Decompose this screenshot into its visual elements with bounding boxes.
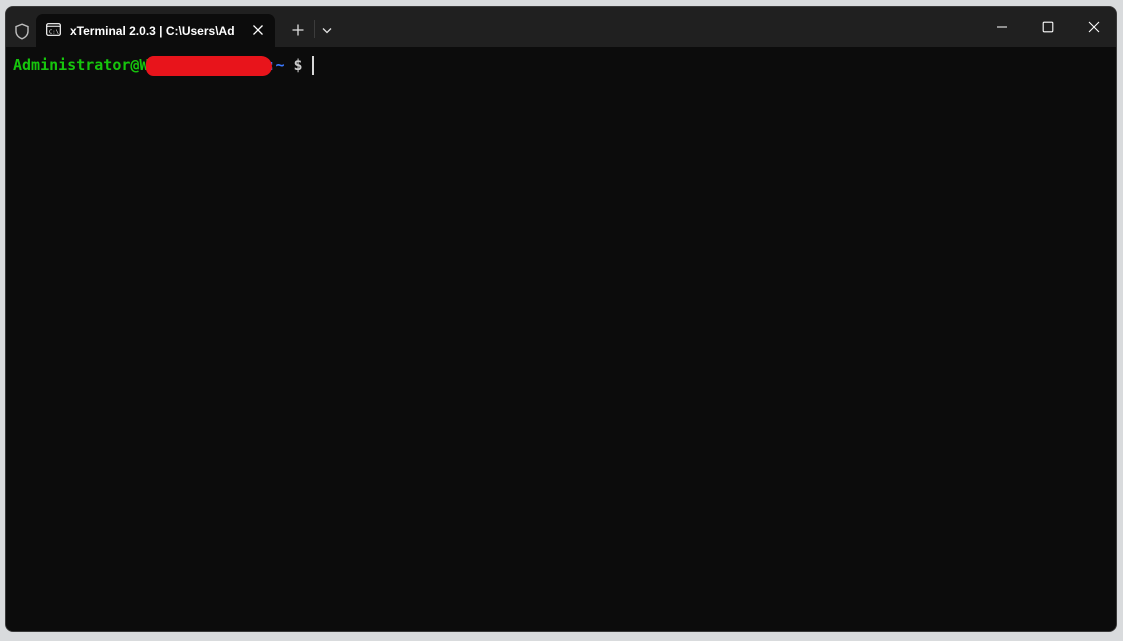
prompt-user-host: Administrator@W bbox=[13, 56, 149, 74]
prompt-symbol: $ bbox=[293, 56, 303, 74]
tab-title: xTerminal 2.0.3 | C:\Users\Adr bbox=[70, 24, 235, 38]
minimize-icon bbox=[997, 26, 1007, 28]
close-tab-icon[interactable] bbox=[249, 21, 267, 39]
text-cursor bbox=[311, 55, 314, 75]
close-icon bbox=[1088, 21, 1100, 33]
close-window-button[interactable] bbox=[1071, 7, 1116, 47]
title-bar[interactable]: C:\ xTerminal 2.0.3 | C:\Users\Adr bbox=[6, 7, 1116, 47]
prompt-cwd: ~ bbox=[275, 56, 285, 74]
tab-dropdown-button[interactable] bbox=[316, 19, 338, 41]
maximize-icon bbox=[1042, 21, 1054, 33]
terminal-area[interactable]: Administrator@W : ~ $ bbox=[6, 47, 1116, 631]
minimize-button[interactable] bbox=[979, 7, 1025, 47]
tab-terminal[interactable]: C:\ xTerminal 2.0.3 | C:\Users\Adr bbox=[36, 14, 275, 47]
prompt-line: Administrator@W : ~ $ bbox=[13, 55, 314, 76]
console-icon: C:\ bbox=[46, 23, 61, 36]
redaction-mark bbox=[146, 56, 273, 76]
tab-divider bbox=[314, 20, 315, 38]
shield-icon bbox=[13, 22, 31, 40]
maximize-button[interactable] bbox=[1025, 7, 1071, 47]
plus-icon bbox=[292, 24, 304, 36]
new-tab-button[interactable] bbox=[286, 19, 310, 41]
terminal-window: C:\ xTerminal 2.0.3 | C:\Users\Adr Admin… bbox=[5, 6, 1117, 632]
chevron-down-icon bbox=[322, 27, 332, 33]
svg-text:C:\: C:\ bbox=[49, 29, 59, 35]
